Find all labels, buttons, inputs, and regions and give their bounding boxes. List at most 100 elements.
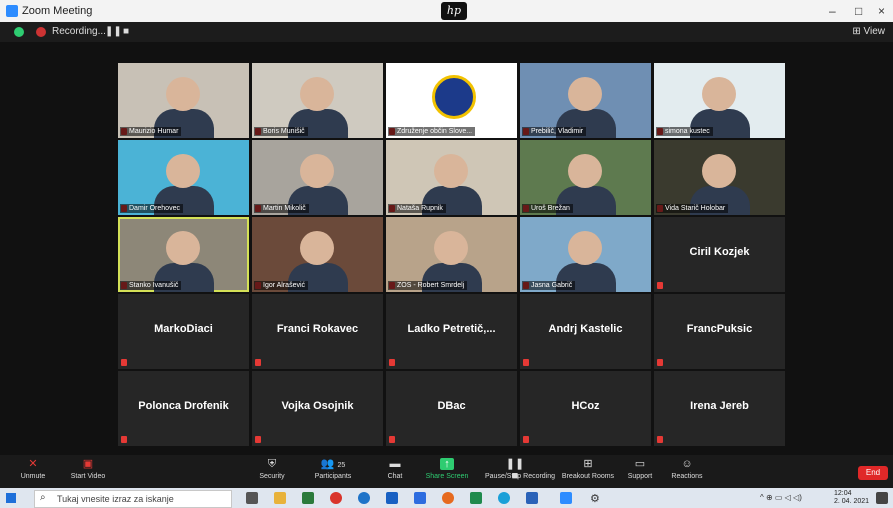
windows-taskbar: ⌕ Tukaj vnesite izraz za iskanje ⚙ ^ ⊕ ▭… [0, 488, 893, 508]
participant-name: ZOS - Robert Smrdelj [388, 281, 468, 290]
participant-tile[interactable]: Igor Alrašević [252, 217, 383, 292]
minimize-button[interactable]: – [829, 4, 836, 18]
participant-tile[interactable]: Irena Jereb [654, 371, 785, 446]
pause-stop-label: Pause/Stop Recording [485, 473, 556, 480]
opera-icon[interactable] [330, 492, 342, 504]
taskbar-clock[interactable]: 12:04 2. 04. 2021 [834, 490, 869, 506]
participant-name: simona kustec [656, 127, 713, 136]
participant-tile[interactable]: Vida Starič Holobar [654, 140, 785, 215]
edge-icon[interactable] [358, 492, 370, 504]
participant-tile[interactable]: Jasna Gabrič [520, 217, 651, 292]
breakout-rooms-icon: ⊞ [583, 458, 593, 470]
participant-face [166, 77, 200, 111]
participant-tile[interactable]: Maurizio Humar [118, 63, 249, 138]
participant-name: FrancPuksic [686, 323, 753, 335]
participant-name: Vida Starič Holobar [656, 204, 729, 213]
participant-tile[interactable]: Polonca Drofenik [118, 371, 249, 446]
reactions-icon: ☺ [681, 458, 693, 470]
association-logo-icon [432, 75, 476, 119]
participant-tile[interactable]: Andrj Kastelic [520, 294, 651, 369]
participant-tile[interactable]: ZOS - Robert Smrdelj [386, 217, 517, 292]
reactions-button[interactable]: ☺ Reactions [657, 455, 717, 488]
maximize-button[interactable]: □ [855, 4, 862, 18]
excel-icon[interactable] [302, 492, 314, 504]
participant-name: Damir Orehovec [120, 204, 183, 213]
windows-start-icon[interactable] [6, 493, 16, 503]
participant-tile[interactable]: simona kustec [654, 63, 785, 138]
file-explorer-icon[interactable] [274, 492, 286, 504]
firefox-icon[interactable] [442, 492, 454, 504]
participant-name: MarkoDiaci [154, 323, 213, 335]
participant-name: Igor Alrašević [254, 281, 309, 290]
recording-label: Recording... [52, 26, 106, 37]
participant-face [568, 231, 602, 265]
participant-tile[interactable]: Martin Mikolič [252, 140, 383, 215]
participant-face [166, 154, 200, 188]
muted-mic-icon [389, 359, 395, 366]
participant-name: Vojka Osojnik [281, 400, 354, 412]
participant-tile[interactable]: Boris Munišič [252, 63, 383, 138]
teams-icon[interactable] [526, 492, 538, 504]
participant-tile[interactable]: Združenje občin Slove... [386, 63, 517, 138]
close-button[interactable]: × [878, 4, 885, 18]
participant-name: DBac [437, 400, 466, 412]
participant-tile[interactable]: Nataša Rupnik [386, 140, 517, 215]
share-screen-label: Share Screen [425, 473, 469, 480]
task-view-icon[interactable] [246, 492, 258, 504]
pause-stop-icon: ❚❚ ■ [505, 458, 525, 482]
unmute-label: Unmute [20, 473, 46, 480]
breakout-rooms-button[interactable]: ⊞ Breakout Rooms [558, 455, 618, 488]
participant-tile[interactable]: Ladko Petretič,... [386, 294, 517, 369]
participant-name: Združenje občin Slove... [388, 127, 476, 136]
participant-name: Ciril Kozjek [689, 246, 750, 258]
participant-tile[interactable]: DBac [386, 371, 517, 446]
participant-name: Stanko Ivanušič [120, 281, 182, 290]
security-label: Security [259, 473, 285, 480]
participant-face [300, 154, 334, 188]
participant-tile[interactable]: Uroš Brežan [520, 140, 651, 215]
pause-stop-recording-button[interactable]: ❚❚ ■ Pause/Stop Recording [485, 455, 556, 488]
meeting-status-bar: Recording... ❚❚ ■ ⊞ View [0, 22, 893, 42]
participant-tile[interactable]: Prebilič, Vladimir [520, 63, 651, 138]
stop-recording-button[interactable]: ■ [123, 26, 129, 37]
settings-gear-icon[interactable]: ⚙ [590, 492, 604, 505]
participant-face [166, 231, 200, 265]
security-button[interactable]: ⛨ Security [242, 455, 302, 488]
pause-recording-button[interactable]: ❚❚ [105, 26, 122, 37]
share-screen-button[interactable]: ↑ Share Screen [417, 455, 477, 488]
participant-name: Polonca Drofenik [138, 400, 229, 412]
zoom-taskbar-icon[interactable] [560, 492, 572, 504]
word-icon[interactable] [414, 492, 426, 504]
participant-tile[interactable]: MarkoDiaci [118, 294, 249, 369]
system-tray[interactable]: ^ ⊕ ▭ ◁ ◁) [760, 493, 802, 502]
participant-tile[interactable]: FrancPuksic [654, 294, 785, 369]
spreadsheet-icon[interactable] [470, 492, 482, 504]
end-meeting-button[interactable]: End [858, 466, 888, 480]
view-button[interactable]: ⊞ View [852, 26, 885, 37]
muted-mic-icon [389, 436, 395, 443]
edge-chromium-icon[interactable] [498, 492, 510, 504]
chat-button[interactable]: ▬ Chat [365, 455, 425, 488]
outlook-icon[interactable] [386, 492, 398, 504]
muted-mic-icon [121, 436, 127, 443]
start-video-label: Start Video [70, 473, 106, 480]
chat-icon: ▬ [389, 458, 401, 470]
participant-name: Boris Munišič [254, 127, 308, 136]
muted-mic-icon [657, 436, 663, 443]
unmute-button[interactable]: ✕ Unmute [3, 455, 63, 488]
reactions-label: Reactions [671, 473, 703, 480]
zoom-app-icon [6, 5, 18, 17]
taskbar-search-input[interactable]: ⌕ Tukaj vnesite izraz za iskanje [34, 490, 232, 508]
encryption-shield-icon[interactable] [14, 27, 24, 37]
participant-tile[interactable]: Ciril Kozjek [654, 217, 785, 292]
participant-tile[interactable]: Stanko Ivanušič [118, 217, 249, 292]
notifications-icon[interactable] [876, 492, 888, 504]
participants-button[interactable]: 👥 25 Participants [303, 455, 363, 488]
participant-tile[interactable]: Franci Rokavec [252, 294, 383, 369]
participant-tile[interactable]: HCoz [520, 371, 651, 446]
participant-face [702, 154, 736, 188]
participant-tile[interactable]: Damir Orehovec [118, 140, 249, 215]
participant-face [300, 231, 334, 265]
participant-tile[interactable]: Vojka Osojnik [252, 371, 383, 446]
start-video-button[interactable]: ▣ Start Video [58, 455, 118, 488]
